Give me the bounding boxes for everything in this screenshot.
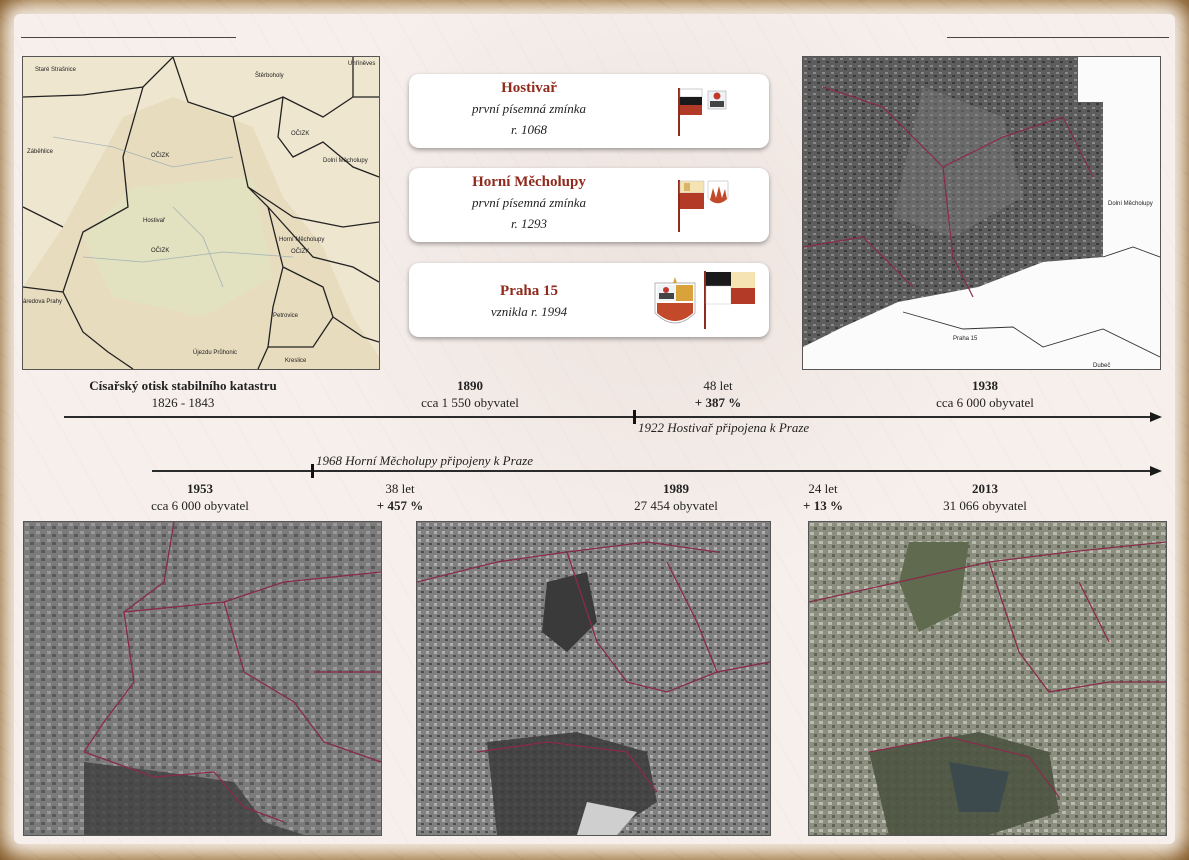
- gap-1-years: 48 let: [703, 378, 733, 393]
- label-gap-1: 48 let + 387 %: [668, 377, 768, 411]
- cadastre-label-hostivar: Hostivař: [143, 218, 166, 224]
- cadastre-label-ocizk-3: OČIZK: [291, 130, 309, 137]
- label-2013: 2013 31 066 obyvatel: [915, 480, 1055, 514]
- praha15-flag-icon: [704, 271, 755, 329]
- card-note: vznikla r. 1994: [490, 304, 568, 319]
- cadastre-label-dolni-mecholupy: Dolní Měcholupy: [323, 158, 368, 164]
- card-horni-mecholupy: Horní Měcholupy první písemná zmínka r. …: [409, 168, 769, 242]
- cadastre-label-ujezd: Újezdu Průhonic: [193, 349, 237, 356]
- tick-1922: [633, 410, 636, 424]
- cadastre-label-strasnice: Staré Strašnice: [35, 67, 77, 73]
- card-note: první písemná zmínka: [471, 101, 587, 116]
- cadastre-map: Staré Strašnice Štěrboholy Záběhlice Hos…: [22, 56, 380, 370]
- population-1890: cca 1 550 obyvatel: [421, 395, 519, 410]
- card-title: Praha 15: [500, 283, 558, 299]
- card-note: první písemná zmínka: [471, 195, 587, 210]
- top-rule-left: [21, 37, 236, 38]
- label-1938: 1938 cca 6 000 obyvatel: [910, 377, 1060, 411]
- card-hostivar: Hostivař první písemná zmínka r. 1068: [409, 74, 769, 148]
- event-1968: 1968 Horní Měcholupy připojeny k Praze: [316, 453, 533, 468]
- gap-2-change: + 457 %: [376, 498, 424, 513]
- timeline-arrow-top: [1150, 412, 1162, 422]
- timeline-arrow-bottom: [1150, 466, 1162, 476]
- cadastre-label-uhrineves: Uhříněves: [348, 61, 375, 67]
- cadastre-label-horni-mecholupy: Horní Měcholupy: [279, 237, 324, 243]
- aerial-map-2013: [808, 521, 1167, 836]
- card-praha-15: Praha 15 vznikla r. 1994: [409, 263, 769, 337]
- event-1922: 1922 Hostivař připojena k Praze: [638, 420, 810, 435]
- cadastre-title: Císařský otisk stabilního katastru: [89, 378, 277, 393]
- map1938-label-dolni-mecholupy: Dolní Měcholupy: [1108, 201, 1153, 207]
- population-2013: 31 066 obyvatel: [943, 498, 1027, 513]
- label-1989: 1989 27 454 obyvatel: [606, 480, 746, 514]
- cadastre-years: 1826 - 1843: [151, 395, 215, 410]
- hostivar-flag-icon: [678, 88, 727, 136]
- aerial-map-1989: [416, 521, 771, 836]
- cadastre-label-ocizk-4: OČIZK: [291, 248, 309, 255]
- cadastre-label-kreslice: Kreslice: [285, 358, 307, 364]
- population-1953: cca 6 000 obyvatel: [151, 498, 249, 513]
- year-2013: 2013: [972, 481, 998, 496]
- card-year: r. 1068: [510, 122, 548, 137]
- population-1989: 27 454 obyvatel: [634, 498, 718, 513]
- population-1938: cca 6 000 obyvatel: [936, 395, 1034, 410]
- year-1953: 1953: [187, 481, 213, 496]
- top-rule-right: [947, 37, 1169, 38]
- cadastre-label-zabehlice: Záběhlice: [27, 149, 54, 155]
- cadastre-label-ocizk-2: OČIZK: [151, 247, 169, 254]
- tick-1968: [311, 464, 314, 478]
- mecholupy-coat-icon: [707, 180, 729, 204]
- label-cadastre: Císařský otisk stabilního katastru 1826 …: [58, 377, 308, 411]
- label-1953: 1953 cca 6 000 obyvatel: [125, 480, 275, 514]
- label-1890: 1890 cca 1 550 obyvatel: [400, 377, 540, 411]
- card-title: Horní Měcholupy: [472, 174, 586, 190]
- cadastre-label-ocizk-1: OČIZK: [151, 152, 169, 159]
- map1938-label-praha15: Praha 15: [953, 336, 978, 342]
- mecholupy-flag-icon: [678, 180, 729, 232]
- label-gap-2: 38 let + 457 %: [350, 480, 450, 514]
- timeline-axis-bottom: [152, 470, 1152, 472]
- gap-3-change: + 13 %: [803, 498, 843, 513]
- aerial-map-1953: [23, 521, 382, 836]
- year-1890: 1890: [457, 378, 483, 393]
- gap-2-years: 38 let: [385, 481, 415, 496]
- map1938-label-dubec: Dubeč: [1093, 363, 1110, 369]
- page: Staré Strašnice Štěrboholy Záběhlice Hos…: [0, 0, 1189, 860]
- cadastre-label-petrovice: Petrovice: [273, 313, 299, 319]
- cadastre-label-aredova: áredova Prahy: [23, 299, 62, 305]
- gap-1-change: + 387 %: [694, 395, 742, 410]
- cadastre-label-sterboholy: Štěrboholy: [255, 72, 284, 79]
- label-gap-3: 24 let + 13 %: [773, 480, 873, 514]
- card-title: Hostivař: [501, 80, 557, 96]
- year-1938: 1938: [972, 378, 998, 393]
- aerial-map-1938: Dolní Měcholupy Praha 15 Dubeč: [802, 56, 1161, 370]
- year-1989: 1989: [663, 481, 689, 496]
- gap-3-years: 24 let: [808, 481, 838, 496]
- hostivar-coat-icon: [707, 90, 727, 110]
- timeline-axis-top: [64, 416, 1152, 418]
- card-year: r. 1293: [510, 216, 548, 231]
- praha15-coat-icon: [654, 271, 755, 329]
